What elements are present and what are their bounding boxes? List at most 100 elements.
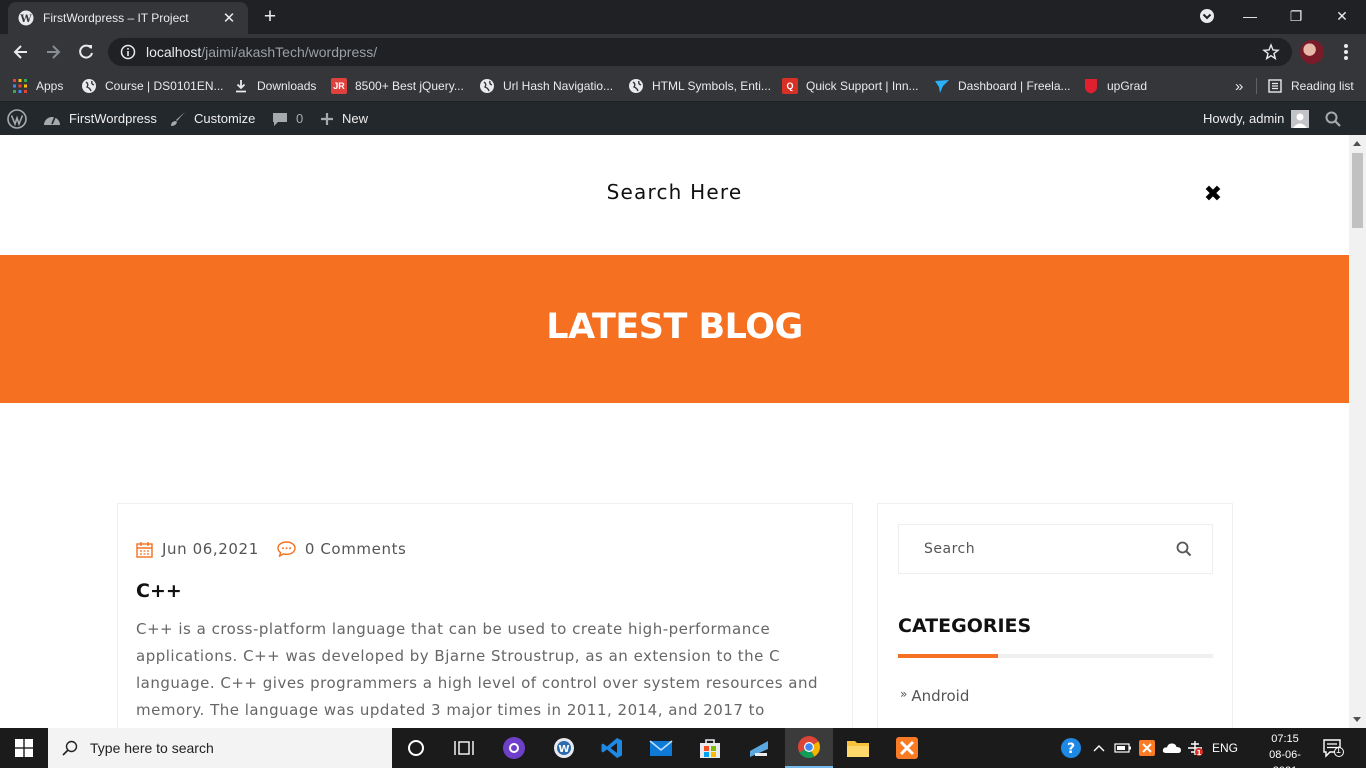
help-tray-icon[interactable]: ? <box>1060 728 1082 768</box>
new-content-menu[interactable]: New <box>320 102 368 135</box>
new-tab-button[interactable]: + <box>256 5 284 29</box>
network-alert-icon[interactable]: 1 <box>1186 728 1204 768</box>
info-icon[interactable] <box>120 44 136 60</box>
store-bag-icon <box>700 739 720 758</box>
comments-link[interactable]: 0 <box>272 102 303 135</box>
bookmark-jquery[interactable]: JR 8500+ Best jQuery... <box>331 70 464 102</box>
bookmark-label: Downloads <box>257 79 317 93</box>
profile-avatar[interactable] <box>1300 40 1324 64</box>
bookmark-star-icon[interactable] <box>1262 43 1280 61</box>
search-here-label[interactable]: Search Here <box>0 180 1349 204</box>
battery-icon[interactable] <box>1114 728 1132 768</box>
more-bookmarks-button[interactable]: » <box>1235 70 1243 102</box>
xampp-tray-icon[interactable] <box>1139 728 1155 768</box>
bookmark-label: Quick Support | Inn... <box>806 79 919 93</box>
show-hidden-icons-chevron-icon[interactable] <box>1093 728 1105 768</box>
taskbar-github-desktop[interactable] <box>490 728 538 768</box>
bookmark-downloads[interactable]: Downloads <box>233 70 316 102</box>
upgrad-shield-icon <box>1083 78 1099 94</box>
mail-icon <box>649 740 673 756</box>
browser-tab-active[interactable]: W FirstWordpress – IT Project ✕ <box>8 2 248 34</box>
browser-tab-strip: W FirstWordpress – IT Project ✕ + — ❐ ✕ <box>0 0 1366 34</box>
taskbar-file-explorer[interactable] <box>834 728 882 768</box>
bookmark-upgrad[interactable]: upGrad <box>1083 70 1147 102</box>
bookmark-label: Dashboard | Freela... <box>958 79 1071 93</box>
bookmark-course[interactable]: Course | DS0101EN... <box>81 70 224 102</box>
cortana-button[interactable] <box>392 728 440 768</box>
bookmark-html-symbols[interactable]: HTML Symbols, Enti... <box>628 70 771 102</box>
address-bar[interactable]: localhost/jaimi/akashTech/wordpress/ <box>108 38 1292 66</box>
blog-post-card: Jun 06,2021 0 Comments C++ C++ is a cros… <box>117 503 853 728</box>
bookmark-apps[interactable]: Apps <box>12 70 63 102</box>
window-close-button[interactable]: ✕ <box>1320 0 1364 32</box>
sidebar-search-box[interactable]: Search <box>898 524 1213 574</box>
taskbar-mail[interactable] <box>637 728 685 768</box>
notification-count: 1 <box>1336 745 1342 755</box>
bookmark-label: HTML Symbols, Enti... <box>652 79 771 93</box>
howdy-text: Howdy, admin <box>1203 111 1285 126</box>
bookmark-dashboard-freelancer[interactable]: Dashboard | Freela... <box>934 70 1071 102</box>
search-icon[interactable] <box>1176 541 1192 562</box>
reading-list-button[interactable]: Reading list <box>1267 70 1354 102</box>
double-chevron-right-icon: » <box>900 687 908 701</box>
restore-button[interactable]: ❐ <box>1274 0 1318 32</box>
taskbar-remote-app[interactable] <box>735 728 783 768</box>
post-title[interactable]: C++ <box>136 580 182 602</box>
minimize-button[interactable]: — <box>1228 0 1272 32</box>
browser-menu-button[interactable] <box>1336 40 1356 64</box>
bookmark-divider <box>1256 78 1257 94</box>
taskbar-store[interactable] <box>686 728 734 768</box>
taskbar-xampp[interactable] <box>883 728 931 768</box>
search-overlay-header: Search Here ✖ <box>0 135 1349 255</box>
svg-text:1: 1 <box>1197 749 1202 757</box>
apps-grid-icon <box>12 78 28 94</box>
kebab-menu-icon <box>1344 44 1348 60</box>
scroll-down-arrow-icon[interactable] <box>1353 717 1361 722</box>
customize-label: Customize <box>194 111 256 126</box>
tab-title: FirstWordpress – IT Project <box>43 11 189 25</box>
bookmark-quick-support[interactable]: Q Quick Support | Inn... <box>782 70 919 102</box>
onedrive-cloud-icon[interactable] <box>1162 728 1182 768</box>
wp-logo-menu[interactable] <box>7 102 27 135</box>
scroll-up-arrow-icon[interactable] <box>1353 141 1361 146</box>
post-date: Jun 06,2021 <box>162 540 259 558</box>
scrollbar-thumb[interactable] <box>1352 153 1363 228</box>
reading-list-label: Reading list <box>1291 79 1354 93</box>
language-indicator[interactable]: ENG <box>1212 728 1238 768</box>
page-scrollbar[interactable] <box>1349 135 1366 728</box>
bookmark-url-hash[interactable]: Url Hash Navigatio... <box>479 70 613 102</box>
close-search-icon[interactable]: ✖ <box>1203 183 1223 205</box>
reload-button[interactable] <box>73 40 99 64</box>
start-button[interactable] <box>0 728 48 768</box>
hero-banner: LATEST BLOG <box>0 255 1349 403</box>
tab-search-button[interactable] <box>1185 0 1229 32</box>
forward-button[interactable] <box>40 40 66 64</box>
admin-search-button[interactable] <box>1325 102 1341 135</box>
taskbar-search-box[interactable]: Type here to search <box>48 728 392 768</box>
bookmarks-bar: Apps Course | DS0101EN... Downloads JR 8… <box>0 70 1366 102</box>
taskbar-vscode[interactable] <box>588 728 636 768</box>
bookmark-label: Apps <box>36 79 64 93</box>
post-comments-link[interactable]: 0 Comments <box>305 540 407 558</box>
notification-center-button[interactable]: 1 <box>1322 728 1344 768</box>
github-icon <box>503 737 525 759</box>
comment-dots-icon <box>277 541 296 557</box>
tab-close-icon[interactable]: ✕ <box>220 9 238 27</box>
post-meta: Jun 06,2021 0 Comments <box>136 540 406 558</box>
system-clock[interactable]: 07:15 08-06-2021 <box>1258 731 1312 779</box>
category-item-android[interactable]: » Android <box>900 687 969 705</box>
task-view-button[interactable] <box>440 728 488 768</box>
bookmark-label: Course | DS0101EN... <box>105 79 224 93</box>
site-name-menu[interactable]: FirstWordpress <box>43 102 157 135</box>
taskbar-word-app[interactable]: W <box>540 728 588 768</box>
account-menu[interactable]: Howdy, admin <box>1203 102 1310 135</box>
back-button[interactable] <box>8 40 34 64</box>
search-icon <box>62 740 78 756</box>
categories-underline <box>898 654 1213 658</box>
bookmark-label: Url Hash Navigatio... <box>503 79 614 93</box>
taskbar-chrome[interactable] <box>785 728 833 768</box>
globe-icon <box>81 78 97 94</box>
site-name-label: FirstWordpress <box>69 111 157 126</box>
bookmark-label: 8500+ Best jQuery... <box>355 79 464 93</box>
customize-link[interactable]: Customize <box>170 102 255 135</box>
